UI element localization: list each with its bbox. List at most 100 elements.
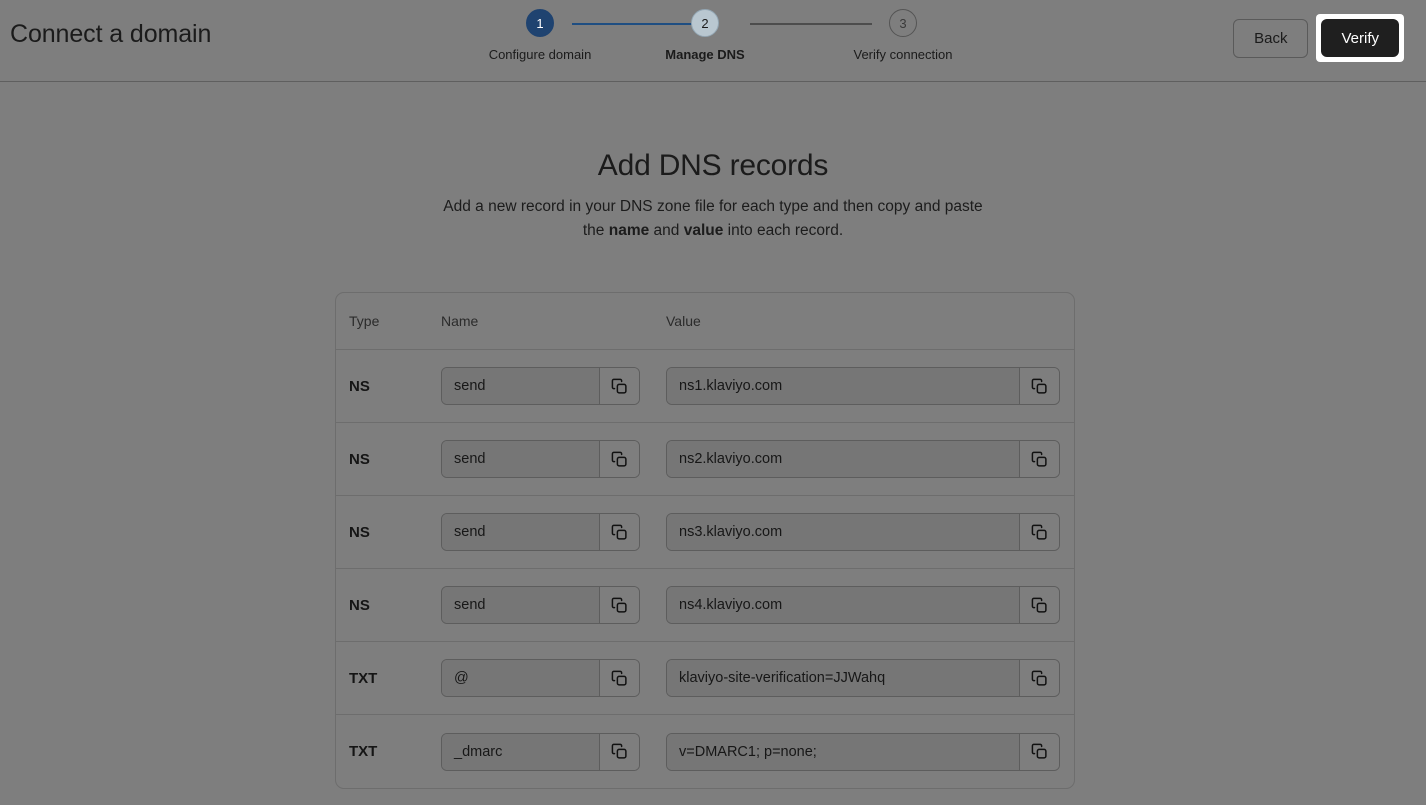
page-subtitle-bold-value: value [683,222,724,239]
value-copy-field: ns3.klaviyo.com [666,513,1060,551]
value-input[interactable]: ns4.klaviyo.com [667,587,1019,623]
name-input[interactable]: _dmarc [442,733,599,770]
cell-record-type: NS [349,596,370,614]
cell-record-name: send [441,513,666,551]
column-header-value: Value [666,313,701,329]
cell-record-type: NS [349,450,370,468]
cell-record-name: _dmarc [441,732,666,771]
value-copy-field: ns1.klaviyo.com [666,367,1060,405]
column-header-name: Name [441,313,479,329]
step-label-1: Configure domain [488,47,592,62]
value-input[interactable]: ns3.klaviyo.com [667,514,1019,550]
column-header-type: Type [349,313,380,329]
copy-name-button[interactable] [599,441,639,477]
copy-name-button[interactable] [599,587,639,623]
copy-name-button[interactable] [599,660,639,696]
step-label-2: Manage DNS [665,47,745,62]
copy-icon [1031,451,1048,468]
name-input[interactable]: send [442,441,599,477]
copy-icon [1031,597,1048,614]
name-input[interactable]: @ [442,660,599,696]
cell-record-value: ns1.klaviyo.com [666,367,1074,405]
copy-icon [611,524,628,541]
name-copy-field: send [441,513,640,551]
cell-record-value: ns4.klaviyo.com [666,586,1074,624]
value-copy-field: klaviyo-site-verification=JJWahq [666,659,1060,697]
page-subtitle-text-2: and [649,222,684,239]
name-input[interactable]: send [442,514,599,550]
name-copy-field: send [441,367,640,405]
copy-icon [611,597,628,614]
cell-record-type: NS [349,523,370,541]
back-button[interactable]: Back [1233,18,1309,58]
copy-icon [1031,743,1048,760]
name-copy-field: _dmarc [441,732,640,771]
verify-button[interactable]: Verify [1321,19,1399,57]
stepper-step-manage-dns[interactable]: 2 Manage DNS [630,9,780,62]
copy-icon [1031,524,1048,541]
table-row: TXT _dmarc v=DMARC1; p=none; [336,715,1074,788]
table-row: NS send ns4.klaviyo.com [336,569,1074,642]
page-title: Add DNS records [597,149,829,182]
name-input[interactable]: send [442,368,599,404]
copy-value-button[interactable] [1019,660,1059,696]
cell-record-type: TXT [349,743,378,760]
cell-record-name: @ [441,659,666,697]
page-subtitle-text-3: into each record. [723,222,844,239]
page-subtitle: Add a new record in your DNS zone file f… [433,195,993,243]
value-input[interactable]: v=DMARC1; p=none; [667,733,1019,770]
table-row: NS send ns2.klaviyo.com [336,423,1074,496]
page-header-title: Connect a domain [10,20,212,48]
app-header: Connect a domain 1 Configure domain 2 Ma… [0,0,1426,82]
value-copy-field: v=DMARC1; p=none; [666,732,1060,771]
copy-value-button[interactable] [1019,514,1059,550]
value-input[interactable]: ns2.klaviyo.com [667,441,1019,477]
stepper-step-verify-connection[interactable]: 3 Verify connection [828,9,978,62]
name-copy-field: send [441,440,640,478]
copy-value-button[interactable] [1019,733,1059,770]
copy-value-button[interactable] [1019,368,1059,404]
page-subtitle-bold-name: name [608,222,650,239]
value-input[interactable]: klaviyo-site-verification=JJWahq [667,660,1019,696]
name-copy-field: send [441,586,640,624]
table-row: NS send ns3.klaviyo.com [336,496,1074,569]
cell-record-name: send [441,440,666,478]
table-row: TXT @ klaviyo-site-verification=JJWahq [336,642,1074,715]
stepper: 1 Configure domain 2 Manage DNS 3 Verify… [484,9,953,69]
stepper-step-configure-domain[interactable]: 1 Configure domain [465,9,615,62]
dns-records-table: Type Name Value NS send ns1.klaviyo.com … [335,292,1075,789]
copy-icon [1031,670,1048,687]
cell-record-value: v=DMARC1; p=none; [666,732,1074,771]
value-copy-field: ns4.klaviyo.com [666,586,1060,624]
copy-icon [611,378,628,395]
cell-record-name: send [441,367,666,405]
name-copy-field: @ [441,659,640,697]
step-number-3: 3 [889,9,917,37]
verify-button-focus-ring: Verify [1316,14,1404,62]
cell-record-value: klaviyo-site-verification=JJWahq [666,659,1074,697]
name-input[interactable]: send [442,587,599,623]
cell-record-type: TXT [349,669,378,687]
cell-record-type: NS [349,377,370,395]
copy-name-button[interactable] [599,514,639,550]
table-body: NS send ns1.klaviyo.com NS send ns2.klav… [336,350,1074,788]
copy-icon [1031,378,1048,395]
table-header-row: Type Name Value [336,293,1074,350]
copy-name-button[interactable] [599,368,639,404]
step-number-2: 2 [691,9,719,37]
copy-value-button[interactable] [1019,587,1059,623]
header-actions: Back Verify [1233,14,1404,62]
copy-name-button[interactable] [599,733,639,770]
value-input[interactable]: ns1.klaviyo.com [667,368,1019,404]
main-content: Add DNS records Add a new record in your… [0,83,1426,805]
step-number-1: 1 [526,9,554,37]
copy-icon [611,451,628,468]
cell-record-value: ns3.klaviyo.com [666,513,1074,551]
copy-icon [611,743,628,760]
copy-icon [611,670,628,687]
table-row: NS send ns1.klaviyo.com [336,350,1074,423]
cell-record-name: send [441,586,666,624]
cell-record-value: ns2.klaviyo.com [666,440,1074,478]
copy-value-button[interactable] [1019,441,1059,477]
value-copy-field: ns2.klaviyo.com [666,440,1060,478]
